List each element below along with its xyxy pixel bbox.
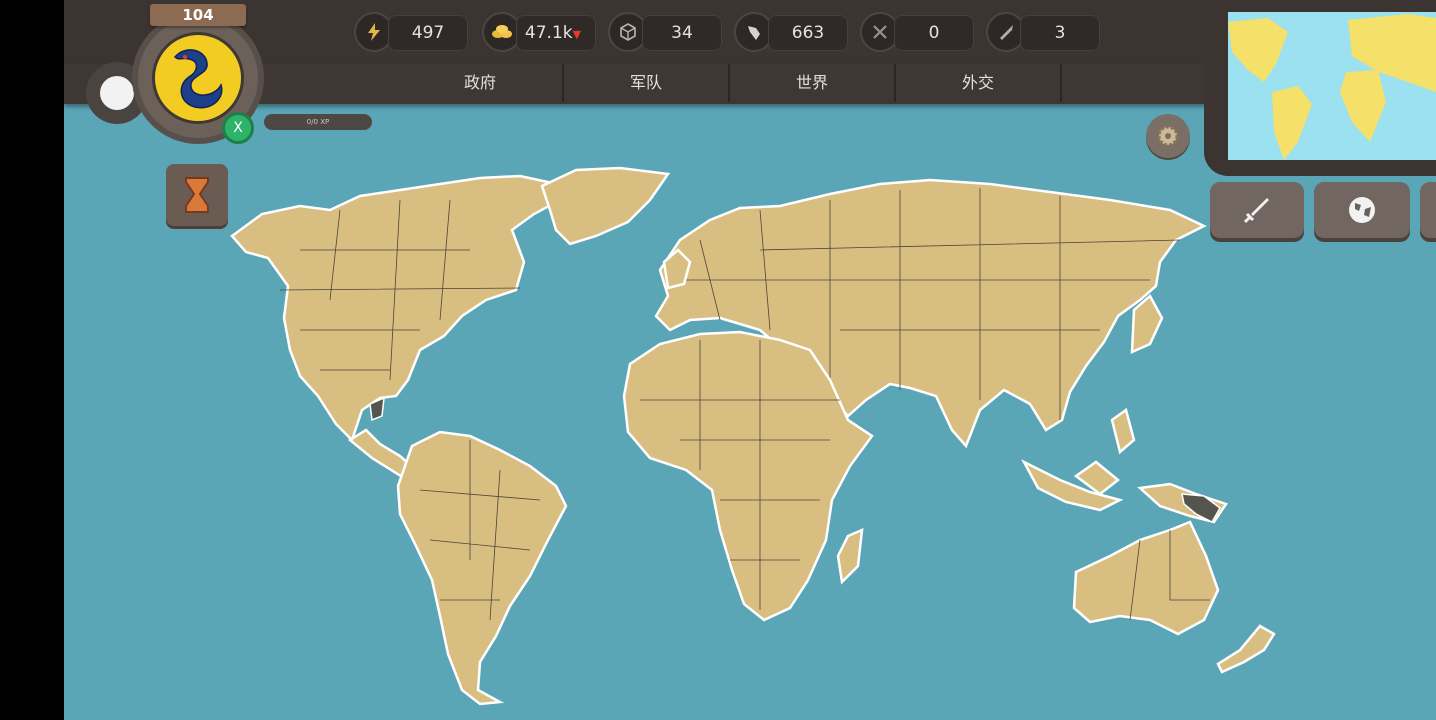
dragon-flag-icon [152, 32, 244, 124]
resource-manpower-value: 663 [768, 15, 848, 51]
tab-world[interactable]: 世界 [730, 64, 896, 102]
gold-trend-down-icon: ▼ [572, 28, 582, 41]
resource-energy-value: 497 [388, 15, 468, 51]
resource-ammo-value: 3 [1020, 15, 1100, 51]
tab-military[interactable]: 军队 [564, 64, 730, 102]
globe-icon [1349, 197, 1375, 223]
madagascar [836, 528, 864, 585]
japan [1130, 294, 1164, 354]
australia [1072, 520, 1220, 636]
side-button-extra[interactable] [1420, 182, 1436, 238]
resource-materials-value: 34 [642, 15, 722, 51]
greenland [540, 166, 671, 246]
player-level-badge: 104 [150, 4, 246, 26]
southeast-asia-islands [1021, 407, 1136, 512]
left-black-bar [0, 0, 64, 720]
tab-government[interactable]: 政府 [398, 64, 564, 102]
hourglass-button[interactable] [166, 164, 228, 226]
north-america [230, 174, 562, 443]
resource-battles-value: 0 [894, 15, 974, 51]
toggle-knob[interactable] [100, 76, 134, 110]
world-button[interactable] [1314, 182, 1410, 238]
settings-button[interactable] [1146, 114, 1190, 158]
gear-icon [1157, 125, 1179, 147]
hourglass-icon [185, 177, 209, 213]
xp-bar: 0/0 XP [264, 114, 372, 130]
close-button[interactable]: X [222, 112, 254, 144]
minimap[interactable] [1228, 12, 1436, 160]
sword-icon [1243, 198, 1269, 224]
gold-amount: 47.1k [524, 23, 573, 43]
south-america [396, 430, 568, 706]
resource-gold-value: 47.1k▼ [516, 15, 596, 51]
attack-button[interactable] [1210, 182, 1304, 238]
new-zealand [1216, 624, 1276, 674]
tab-diplomacy[interactable]: 外交 [896, 64, 1062, 102]
